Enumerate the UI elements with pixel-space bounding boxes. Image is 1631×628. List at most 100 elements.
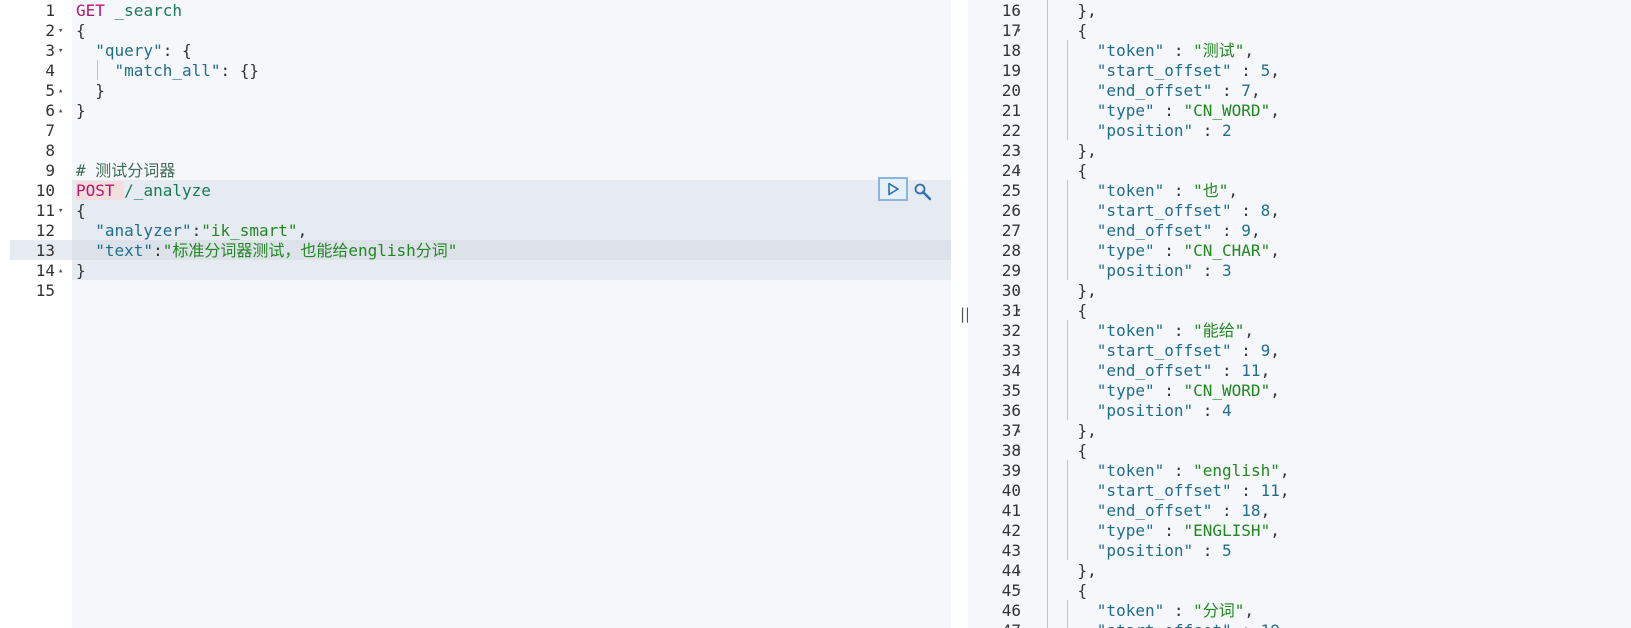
code-line[interactable]: 31 ▾ { (968, 301, 1631, 321)
code-line[interactable]: 37 ▴ }, (968, 421, 1631, 441)
code-line[interactable]: 29 "position" : 3 (968, 261, 1631, 281)
fold-expand-icon[interactable]: ▴ (1016, 561, 1021, 581)
code-line[interactable]: 22 "position" : 2 (968, 121, 1631, 141)
code-text[interactable]: } (76, 81, 105, 101)
code-line[interactable]: 33 "start_offset" : 9, (968, 341, 1631, 361)
code-line[interactable]: 16 ▴ }, (968, 1, 1631, 21)
code-line[interactable]: 10 POST /_analyze (0, 181, 951, 201)
fold-expand-icon[interactable]: ▴ (58, 81, 63, 101)
code-line[interactable]: 19 "start_offset" : 5, (968, 61, 1631, 81)
code-line[interactable]: 38 ▾ { (968, 441, 1631, 461)
code-line[interactable]: 47 "start_offset" : 19, (968, 621, 1631, 628)
code-text[interactable]: "end_offset" : 18, (1039, 501, 1270, 521)
code-text[interactable]: }, (1039, 141, 1097, 161)
code-line[interactable]: 26 "start_offset" : 8, (968, 201, 1631, 221)
code-line[interactable]: 6 ▴} (0, 101, 951, 121)
code-line[interactable]: 45 ▾ { (968, 581, 1631, 601)
code-line[interactable]: 44 ▴ }, (968, 561, 1631, 581)
code-text[interactable]: "end_offset" : 11, (1039, 361, 1270, 381)
fold-collapse-icon[interactable]: ▾ (58, 41, 63, 61)
code-line[interactable]: 20 "end_offset" : 7, (968, 81, 1631, 101)
fold-expand-icon[interactable]: ▴ (1016, 141, 1021, 161)
fold-expand-icon[interactable]: ▴ (1016, 281, 1021, 301)
code-text[interactable]: "position" : 2 (1039, 121, 1232, 141)
code-line[interactable]: 35 "type" : "CN_WORD", (968, 381, 1631, 401)
code-text[interactable]: "analyzer":"ik_smart", (76, 221, 307, 241)
response-viewer[interactable]: 16 ▴ }, 17 ▾ {18 "token" : "测试", 19 "start_o… (968, 0, 1631, 628)
code-text[interactable]: "token" : "能给", (1039, 321, 1254, 341)
code-line[interactable]: 21 "type" : "CN_WORD", (968, 101, 1631, 121)
code-line[interactable]: 28 "type" : "CN_CHAR", (968, 241, 1631, 261)
fold-collapse-icon[interactable]: ▾ (1016, 161, 1021, 181)
code-line[interactable]: 4 "match_all": {} (0, 61, 951, 81)
code-line[interactable]: 23 ▴ }, (968, 141, 1631, 161)
code-line[interactable]: 34 "end_offset" : 11, (968, 361, 1631, 381)
code-line[interactable]: 24 ▾ { (968, 161, 1631, 181)
code-text[interactable]: "type" : "CN_WORD", (1039, 381, 1280, 401)
code-text[interactable]: "start_offset" : 9, (1039, 341, 1280, 361)
code-text[interactable]: "token" : "也", (1039, 181, 1238, 201)
code-text[interactable]: "token" : "测试", (1039, 41, 1254, 61)
code-text[interactable]: GET _search (76, 1, 182, 21)
code-line[interactable]: 14 ▴} (0, 261, 951, 281)
code-text[interactable]: }, (1039, 421, 1097, 441)
code-line[interactable]: 9 # 测试分词器 (0, 161, 951, 181)
run-request-button[interactable] (878, 177, 908, 201)
code-line[interactable]: 7 (0, 121, 951, 141)
code-text[interactable]: { (1039, 581, 1088, 601)
code-text[interactable]: "text":"标准分词器测试，也能给english分词" (76, 241, 457, 261)
code-text[interactable]: } (76, 101, 86, 121)
fold-collapse-icon[interactable]: ▾ (1016, 21, 1021, 41)
code-text[interactable]: "end_offset" : 9, (1039, 221, 1261, 241)
code-text[interactable]: { (76, 201, 86, 221)
code-text[interactable]: }, (1039, 281, 1097, 301)
request-settings-button[interactable] (912, 181, 934, 203)
code-text[interactable]: "start_offset" : 11, (1039, 481, 1290, 501)
code-text[interactable]: "type" : "CN_CHAR", (1039, 241, 1280, 261)
code-text[interactable]: "type" : "ENGLISH", (1039, 521, 1280, 541)
fold-collapse-icon[interactable]: ▾ (58, 201, 63, 221)
fold-expand-icon[interactable]: ▴ (1016, 1, 1021, 21)
code-line[interactable]: 1 GET _search (0, 1, 951, 21)
code-text[interactable]: "match_all": {} (76, 61, 260, 81)
code-text[interactable]: "start_offset" : 8, (1039, 201, 1280, 221)
code-text[interactable]: }, (1039, 1, 1097, 21)
code-text[interactable]: "position" : 3 (1039, 261, 1232, 281)
code-text[interactable]: "type" : "CN_WORD", (1039, 101, 1280, 121)
code-line[interactable]: 15 (0, 281, 951, 301)
code-text[interactable]: "query": { (76, 41, 191, 61)
code-text[interactable]: { (1039, 441, 1088, 461)
code-text[interactable]: "token" : "english", (1039, 461, 1290, 481)
code-line[interactable]: 2 ▾ { (0, 21, 951, 41)
code-line[interactable]: 43 "position" : 5 (968, 541, 1631, 561)
code-text[interactable]: { (1039, 161, 1088, 181)
code-text[interactable]: }, (1039, 561, 1097, 581)
fold-collapse-icon[interactable]: ▾ (1016, 441, 1021, 461)
code-line[interactable]: 46 "token" : "分词", (968, 601, 1631, 621)
code-text[interactable]: "start_offset" : 19, (1039, 621, 1290, 628)
code-text[interactable]: "token" : "分词", (1039, 601, 1254, 621)
code-text[interactable]: "end_offset" : 7, (1039, 81, 1261, 101)
code-line[interactable]: 13 "text":"标准分词器测试，也能给english分词" (0, 241, 951, 261)
code-text[interactable]: "start_offset" : 5, (1039, 61, 1280, 81)
fold-collapse-icon[interactable]: ▾ (1016, 581, 1021, 601)
code-text[interactable]: "position" : 4 (1039, 401, 1232, 421)
code-line[interactable]: 32 "token" : "能给", (968, 321, 1631, 341)
code-line[interactable]: 12 "analyzer":"ik_smart", (0, 221, 951, 241)
code-line[interactable]: 5 ▴ } (0, 81, 951, 101)
code-line[interactable]: 3 ▾ "query": { (0, 41, 951, 61)
code-text[interactable]: { (76, 21, 86, 41)
code-text[interactable]: "position" : 5 (1039, 541, 1232, 561)
code-text[interactable]: POST /_analyze (76, 181, 211, 201)
code-line[interactable]: 41 "end_offset" : 18, (968, 501, 1631, 521)
code-text[interactable]: { (1039, 301, 1088, 321)
fold-expand-icon[interactable]: ▴ (1016, 421, 1021, 441)
code-line[interactable]: 17 ▾ { (968, 21, 1631, 41)
code-line[interactable]: 30 ▴ }, (968, 281, 1631, 301)
code-line[interactable]: 27 "end_offset" : 9, (968, 221, 1631, 241)
code-text[interactable]: { (1039, 21, 1088, 41)
fold-collapse-icon[interactable]: ▾ (1016, 301, 1021, 321)
code-text[interactable]: # 测试分词器 (76, 161, 175, 181)
code-line[interactable]: 11 ▾ { (0, 201, 951, 221)
code-line[interactable]: 25 "token" : "也", (968, 181, 1631, 201)
